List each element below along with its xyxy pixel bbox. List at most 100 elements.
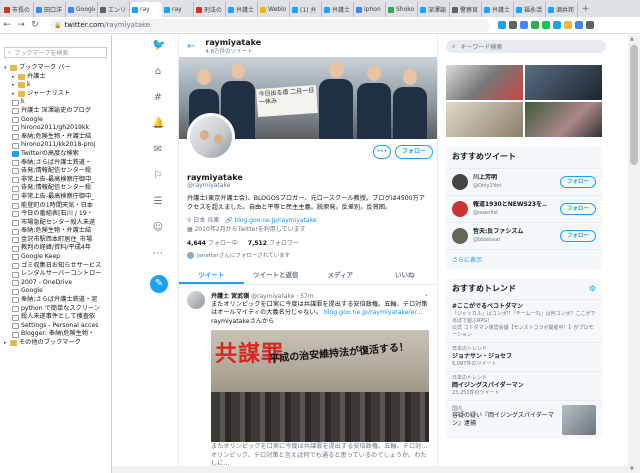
media-thumb[interactable] bbox=[525, 65, 602, 100]
extension-icon[interactable] bbox=[531, 21, 539, 29]
bookmark-item[interactable]: 弁護士 深澤諭史のブログ bbox=[0, 107, 111, 116]
back-arrow-icon[interactable]: ← bbox=[0, 20, 14, 30]
home-icon[interactable]: ⌂ bbox=[152, 66, 164, 78]
wtf-item[interactable]: 報道1930とNEWS23を… @ouenhst フォロー bbox=[446, 196, 602, 223]
tweet-link[interactable]: blog.goo.ne.jp/raymiyatake/e/... bbox=[324, 309, 423, 316]
browser-tab[interactable]: ray bbox=[130, 2, 162, 17]
follow-button[interactable]: フォロー bbox=[560, 230, 596, 242]
url-field[interactable]: 🔒 twitter.com/raymiyatake bbox=[50, 18, 490, 32]
news-item[interactable]: 国内 容疑の疑い『岡イジングスパイダーマン』逮捕 bbox=[446, 401, 602, 439]
extension-icon[interactable] bbox=[509, 21, 517, 29]
user-name[interactable]: 哲夫:反ファシズム bbox=[473, 228, 547, 236]
browser-tab[interactable]: 福永活 bbox=[514, 2, 546, 17]
new-tab-button[interactable]: + bbox=[582, 2, 590, 17]
trend-item[interactable]: #ここがでるべコトダマン 「ジャッカル」はコンボ!!「チーム一丸」は何コンボ？こ… bbox=[446, 300, 602, 343]
bookmark-item[interactable]: 告発;情報配信センター殺 bbox=[0, 167, 111, 176]
compose-tweet-button[interactable]: ✎ bbox=[150, 275, 168, 293]
extension-icon[interactable] bbox=[553, 21, 561, 29]
bookmark-item[interactable]: ▸ ジャーナリスト bbox=[0, 90, 111, 99]
gear-icon[interactable]: ⚙ bbox=[589, 284, 596, 293]
bookmark-item[interactable]: python で簡単なスクリーン bbox=[0, 305, 111, 314]
follow-button[interactable]: フォロー bbox=[395, 145, 433, 159]
bookmark-item[interactable]: レンタルサーバーコントロー bbox=[0, 270, 111, 279]
browser-tab[interactable]: 田口洋 bbox=[34, 2, 66, 17]
user-avatar[interactable] bbox=[452, 174, 468, 190]
browser-tab[interactable]: 市長の bbox=[2, 2, 34, 17]
tab-tweets-replies[interactable]: ツイートと返信 bbox=[244, 265, 309, 284]
browser-tab[interactable]: Shoko bbox=[386, 2, 418, 17]
wtf-item[interactable]: 哲夫:反ファシズム @bbtetsuo フォロー bbox=[446, 223, 602, 250]
show-more-link[interactable]: さらに表示 bbox=[446, 250, 602, 269]
extension-icon[interactable] bbox=[575, 21, 583, 29]
following-stat[interactable]: 4,644 フォロー中 bbox=[187, 238, 238, 247]
tweet-avatar[interactable] bbox=[187, 291, 205, 309]
profile-link[interactable]: blog.goo.ne.jp/raymiyatake bbox=[234, 217, 316, 224]
tweet-image[interactable]: 共謀罪 平成の治安維持法が復活する！ bbox=[211, 330, 429, 443]
media-grid[interactable] bbox=[446, 65, 602, 137]
bookmark-item[interactable]: Google bbox=[0, 287, 111, 296]
more-options-button[interactable]: ••• bbox=[373, 145, 391, 159]
list-icon[interactable]: ☰ bbox=[152, 196, 164, 208]
bookmark-item[interactable]: 奉納;さらば弁護士鉄道・泥 bbox=[0, 296, 111, 305]
tab-likes[interactable]: いいね bbox=[373, 265, 438, 284]
follow-button[interactable]: フォロー bbox=[560, 176, 596, 188]
bookmark-icon[interactable]: ⚐ bbox=[152, 170, 164, 182]
extension-icon[interactable] bbox=[498, 21, 506, 29]
browser-tab[interactable]: (1) 弁 bbox=[290, 2, 322, 17]
bookmark-item[interactable]: k bbox=[0, 98, 111, 107]
bookmark-item[interactable]: 2007 - OneDrive bbox=[0, 279, 111, 288]
user-avatar[interactable] bbox=[452, 228, 468, 244]
extension-icon[interactable] bbox=[564, 21, 572, 29]
twitter-search-input[interactable]: ⌕ キーワード検索 bbox=[446, 40, 606, 53]
extension-icon[interactable] bbox=[542, 21, 550, 29]
bookmark-item[interactable]: 能登町の1時間天気・日本 bbox=[0, 202, 111, 211]
wtf-item[interactable]: 川上芳明 @Only1Yori フォロー bbox=[446, 169, 602, 196]
bookmark-item[interactable]: hirono2011/gh2019kk bbox=[0, 124, 111, 133]
scroll-up-icon[interactable]: ▲ bbox=[630, 36, 634, 42]
browser-tab[interactable]: 酒井邦 bbox=[546, 2, 578, 17]
trend-item[interactable]: 日本のトレンド 岡イジングスパイダーマン 23,251件のツイート bbox=[446, 372, 602, 401]
trend-item[interactable]: 日本のトレンド ジョナサン・ジョセフ 5,097件のツイート bbox=[446, 343, 602, 372]
bookmark-item[interactable]: Blogger: 奉納\危険生物・ bbox=[0, 330, 111, 339]
bookmark-item[interactable]: 奉納;危険生物・弁護士結 bbox=[0, 227, 111, 236]
bookmark-item[interactable]: Google Keep bbox=[0, 253, 111, 262]
browser-tab[interactable]: 弁護士 bbox=[322, 2, 354, 17]
bookmark-item[interactable]: ▾ ブックマーク バー bbox=[0, 64, 111, 73]
media-thumb[interactable] bbox=[446, 65, 523, 100]
twitter-bird-icon[interactable]: 🐦 bbox=[152, 39, 166, 51]
media-thumb[interactable] bbox=[525, 102, 602, 137]
profile-icon[interactable]: ☺ bbox=[152, 222, 164, 234]
followers-stat[interactable]: 7,512 フォロワー bbox=[248, 238, 299, 247]
browser-tab[interactable]: エンリッ bbox=[98, 2, 130, 17]
news-thumb[interactable] bbox=[562, 405, 596, 435]
tab-media[interactable]: メディア bbox=[308, 265, 373, 284]
scroll-down-icon[interactable]: ▼ bbox=[630, 466, 634, 472]
bookmark-item[interactable]: 奉納;さらば弁護士鉄道・ bbox=[0, 159, 111, 168]
browser-tab[interactable]: iphon bbox=[354, 2, 386, 17]
scrollbar-thumb[interactable] bbox=[630, 45, 638, 165]
browser-tab[interactable]: 弁護士 bbox=[226, 2, 258, 17]
bookmark-item[interactable]: ゴミ収集日お知らせサービス bbox=[0, 262, 111, 271]
bookmark-item[interactable]: ▸ k bbox=[0, 81, 111, 90]
bookmark-item[interactable]: hirono2011/kk2018-proj bbox=[0, 141, 111, 150]
bookmark-search-input[interactable]: ⌕ ブックマークを検索 bbox=[4, 47, 107, 58]
reload-icon[interactable]: ↻ bbox=[28, 20, 42, 30]
bookmark-item[interactable]: 今日の番組表[石川 / 19・ bbox=[0, 210, 111, 219]
extension-icon[interactable] bbox=[586, 21, 594, 29]
browser-tab[interactable]: 深澤諭 bbox=[418, 2, 450, 17]
bookmark-item[interactable]: 殺人未遂事件として捜査依 bbox=[0, 313, 111, 322]
browser-tab[interactable]: Weblo bbox=[258, 2, 290, 17]
tweet-author[interactable]: 弁護士 宮武嶺 bbox=[211, 293, 249, 300]
mail-icon[interactable]: ✉ bbox=[152, 144, 164, 156]
bookmark-item[interactable]: 奉納;危険生物・弁護士結 bbox=[0, 133, 111, 142]
extension-icon[interactable] bbox=[520, 21, 528, 29]
bookmark-item[interactable]: ▸ 弁護士 bbox=[0, 73, 111, 82]
forward-arrow-icon[interactable]: → bbox=[14, 20, 28, 30]
browser-tab[interactable]: Google bbox=[66, 2, 98, 17]
media-thumb[interactable] bbox=[446, 102, 523, 137]
browser-tab[interactable]: 刑法の bbox=[194, 2, 226, 17]
follow-button[interactable]: フォロー bbox=[560, 203, 596, 215]
browser-tab[interactable]: 警察官 bbox=[450, 2, 482, 17]
bookmark-item[interactable]: Google bbox=[0, 116, 111, 125]
browser-tab[interactable]: 弁護士 bbox=[482, 2, 514, 17]
